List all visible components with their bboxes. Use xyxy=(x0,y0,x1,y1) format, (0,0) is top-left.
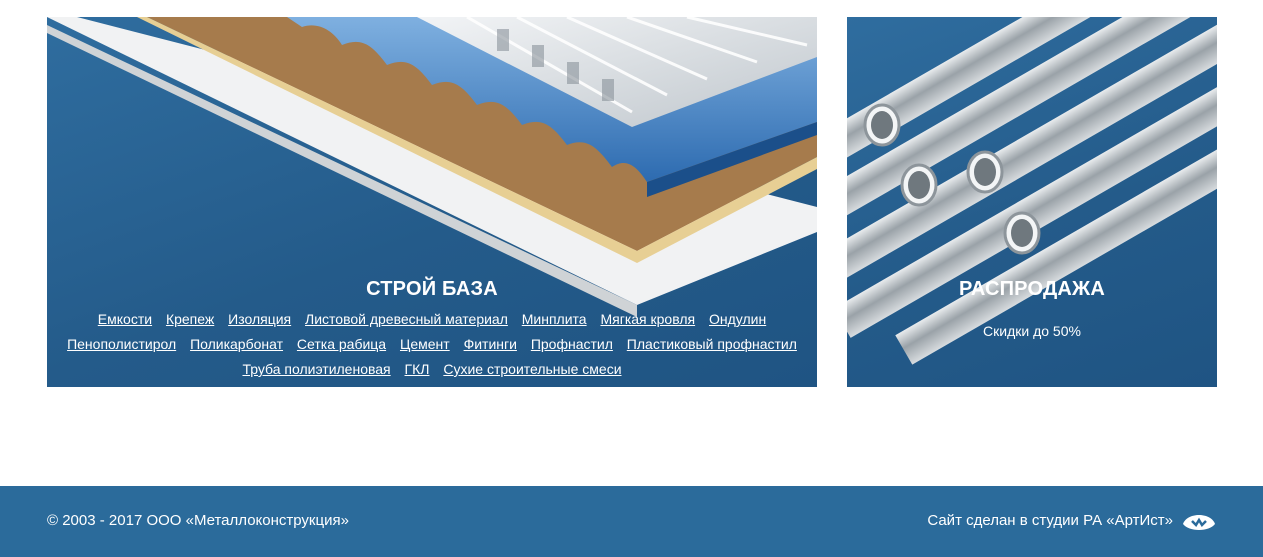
category-link[interactable]: Емкости xyxy=(98,311,152,327)
category-links: Емкости Крепеж Изоляция Листовой древесн… xyxy=(47,307,817,382)
studio-link[interactable]: Сайт сделан в студии РА «АртИст» xyxy=(927,508,1217,534)
stroy-baza-title: СТРОЙ БАЗА xyxy=(366,278,498,300)
stroy-baza-card[interactable]: СТРОЙ БАЗА Емкости Крепеж Изоляция Листо… xyxy=(47,17,817,387)
category-link[interactable]: Фитинги xyxy=(464,336,517,352)
footer: © 2003 - 2017 ООО «Металлоконструкция» С… xyxy=(0,486,1263,557)
category-link[interactable]: Сетка рабица xyxy=(297,336,386,352)
category-link[interactable]: Ондулин xyxy=(709,311,766,327)
category-link[interactable]: Цемент xyxy=(400,336,450,352)
category-link[interactable]: Поликарбонат xyxy=(190,336,283,352)
category-link[interactable]: Мягкая кровля xyxy=(600,311,695,327)
sale-card[interactable]: РАСПРОДАЖА Скидки до 50% xyxy=(847,17,1217,387)
sale-title: РАСПРОДАЖА xyxy=(959,278,1105,300)
category-link[interactable]: Пенополистирол xyxy=(67,336,176,352)
category-link[interactable]: Профнастил xyxy=(531,336,613,352)
category-link[interactable]: Минплита xyxy=(522,311,587,327)
category-link[interactable]: Пластиковый профнастил xyxy=(627,336,797,352)
category-link[interactable]: Листовой древесный материал xyxy=(305,311,508,327)
copyright-text: © 2003 - 2017 ООО «Металлоконструкция» xyxy=(47,512,349,529)
category-link[interactable]: Труба полиэтиленовая xyxy=(242,361,390,377)
category-link[interactable]: Крепеж xyxy=(166,311,214,327)
studio-text: Сайт сделан в студии РА «АртИст» xyxy=(927,512,1173,529)
category-link[interactable]: Сухие строительные смеси xyxy=(443,361,621,377)
category-link[interactable]: Изоляция xyxy=(228,311,291,327)
category-link[interactable]: ГКЛ xyxy=(405,361,430,377)
sale-subtitle: Скидки до 50% xyxy=(983,323,1081,339)
artist-logo-icon xyxy=(1183,515,1215,530)
